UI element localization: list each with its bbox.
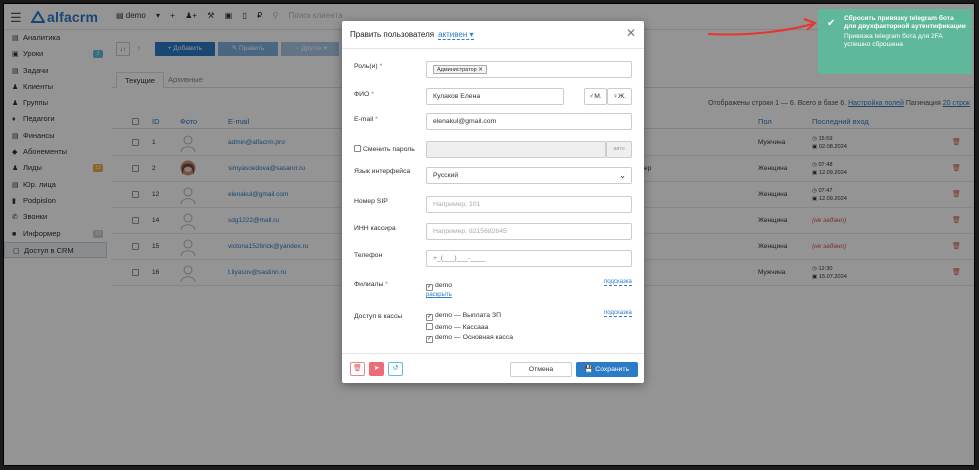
modal-footer: 🗑 ➤ ↺ Отмена 💾 Сохранить bbox=[342, 353, 644, 383]
roles-input[interactable]: Администратор ✕ bbox=[426, 61, 632, 78]
language-value: Русский bbox=[433, 172, 459, 179]
change-password-label: Сменить пароль bbox=[363, 146, 415, 153]
expand-branches-link[interactable]: раскрыть bbox=[426, 292, 452, 298]
branches-label: Филиалы * bbox=[354, 281, 388, 288]
branches-hint-link[interactable]: подсказка bbox=[604, 279, 632, 286]
cash-check[interactable]: ✓ bbox=[426, 336, 433, 343]
cash-checkbox-0[interactable]: ✓ demo — Выплата ЗП bbox=[426, 312, 501, 321]
user-status-label: активен bbox=[438, 30, 468, 39]
role-tag: Администратор ✕ bbox=[433, 65, 487, 74]
branches-label-text: Филиалы bbox=[354, 281, 384, 288]
modal-header: Править пользователя активен ▾ ✕ bbox=[342, 21, 644, 49]
cash-item-label: demo — Кассааа bbox=[435, 324, 489, 331]
save-button[interactable]: 💾 Сохранить bbox=[576, 362, 638, 377]
required-mark: * bbox=[371, 91, 374, 98]
phone-label: Телефон bbox=[354, 252, 383, 259]
telegram-reset-button[interactable]: ➤ bbox=[369, 362, 384, 376]
cash-check[interactable] bbox=[426, 323, 433, 330]
close-icon[interactable]: ✕ bbox=[626, 26, 636, 40]
cancel-button[interactable]: Отмена bbox=[510, 362, 572, 377]
toast-body: Привязка telegram бота для 2FA успешно с… bbox=[844, 32, 943, 48]
cash-item-label: demo — Выплата ЗП bbox=[435, 312, 501, 319]
email-input[interactable]: elenakul@gmail.com bbox=[426, 113, 632, 130]
gender-male-button[interactable]: ♂М. bbox=[584, 88, 607, 105]
sip-input[interactable]: Например, 101 bbox=[426, 196, 632, 213]
branch-item-label: demo bbox=[435, 282, 453, 289]
password-auto-button[interactable]: авто bbox=[606, 141, 632, 158]
language-select[interactable]: Русский ⌄ bbox=[426, 167, 632, 184]
edit-user-modal: Править пользователя активен ▾ ✕ Роль(и) … bbox=[342, 21, 644, 383]
annotation-arrow-icon bbox=[707, 18, 817, 36]
user-status-dropdown[interactable]: активен ▾ bbox=[438, 30, 474, 40]
undo-button[interactable]: ↺ bbox=[388, 362, 403, 376]
cash-item-label: demo — Основная касса bbox=[435, 334, 513, 341]
phone-input[interactable]: +_(___)___-____ bbox=[426, 250, 632, 267]
inn-label: ИНН кассира bbox=[354, 225, 396, 232]
success-toast[interactable]: ✔ Сбросить привязку telegram бота для дв… bbox=[818, 9, 972, 74]
language-label: Язык интерфейса bbox=[354, 168, 411, 175]
required-mark: * bbox=[385, 281, 388, 288]
branch-check[interactable]: ✓ bbox=[426, 284, 433, 291]
fio-label-text: ФИО bbox=[354, 91, 370, 98]
app-window: ☰ alfacrm ▤ demo ▾ + ♟+ ⚒ ▣ ▯ ₽ ⚲ Поиск … bbox=[3, 3, 975, 466]
gender-male-label: М. bbox=[594, 93, 602, 100]
chevron-down-icon: ⌄ bbox=[619, 171, 626, 180]
sip-label: Номер SIP bbox=[354, 198, 388, 205]
cash-access-label: Доступ в кассы bbox=[354, 313, 403, 320]
change-password-check[interactable] bbox=[354, 145, 361, 152]
toast-title: Сбросить привязку telegram бота для двух… bbox=[844, 15, 966, 31]
roles-label-text: Роль(и) bbox=[354, 63, 378, 70]
cash-check[interactable]: ✓ bbox=[426, 314, 433, 321]
cash-checkbox-1[interactable]: demo — Кассааа bbox=[426, 323, 488, 331]
delete-user-button[interactable]: 🗑 bbox=[350, 362, 365, 376]
remove-tag-icon[interactable]: ✕ bbox=[478, 67, 483, 73]
modal-title-text: Править пользователя bbox=[350, 30, 435, 39]
gender-female-label: Ж. bbox=[617, 93, 627, 100]
email-label: E-mail * bbox=[354, 116, 378, 123]
password-input bbox=[426, 141, 606, 158]
fio-input[interactable]: Кулаков Елена bbox=[426, 88, 564, 105]
inn-input[interactable]: Например, 8215682645 bbox=[426, 223, 632, 240]
save-label: Сохранить bbox=[595, 366, 630, 373]
gender-female-button[interactable]: ♀Ж. bbox=[607, 88, 632, 105]
roles-label: Роль(и) * bbox=[354, 63, 382, 70]
role-tag-text: Администратор bbox=[437, 67, 477, 73]
branch-checkbox-demo[interactable]: ✓ demo bbox=[426, 282, 452, 291]
cash-hint-link[interactable]: подсказка bbox=[604, 310, 632, 317]
fio-label: ФИО * bbox=[354, 91, 374, 98]
cash-checkbox-2[interactable]: ✓ demo — Основная касса bbox=[426, 334, 513, 343]
change-password-checkbox[interactable]: Сменить пароль bbox=[354, 145, 415, 153]
email-label-text: E-mail bbox=[354, 116, 374, 123]
check-icon: ✔ bbox=[827, 18, 836, 29]
required-mark: * bbox=[379, 63, 383, 70]
modal-title: Править пользователя активен ▾ bbox=[350, 30, 474, 40]
required-mark: * bbox=[375, 116, 378, 123]
